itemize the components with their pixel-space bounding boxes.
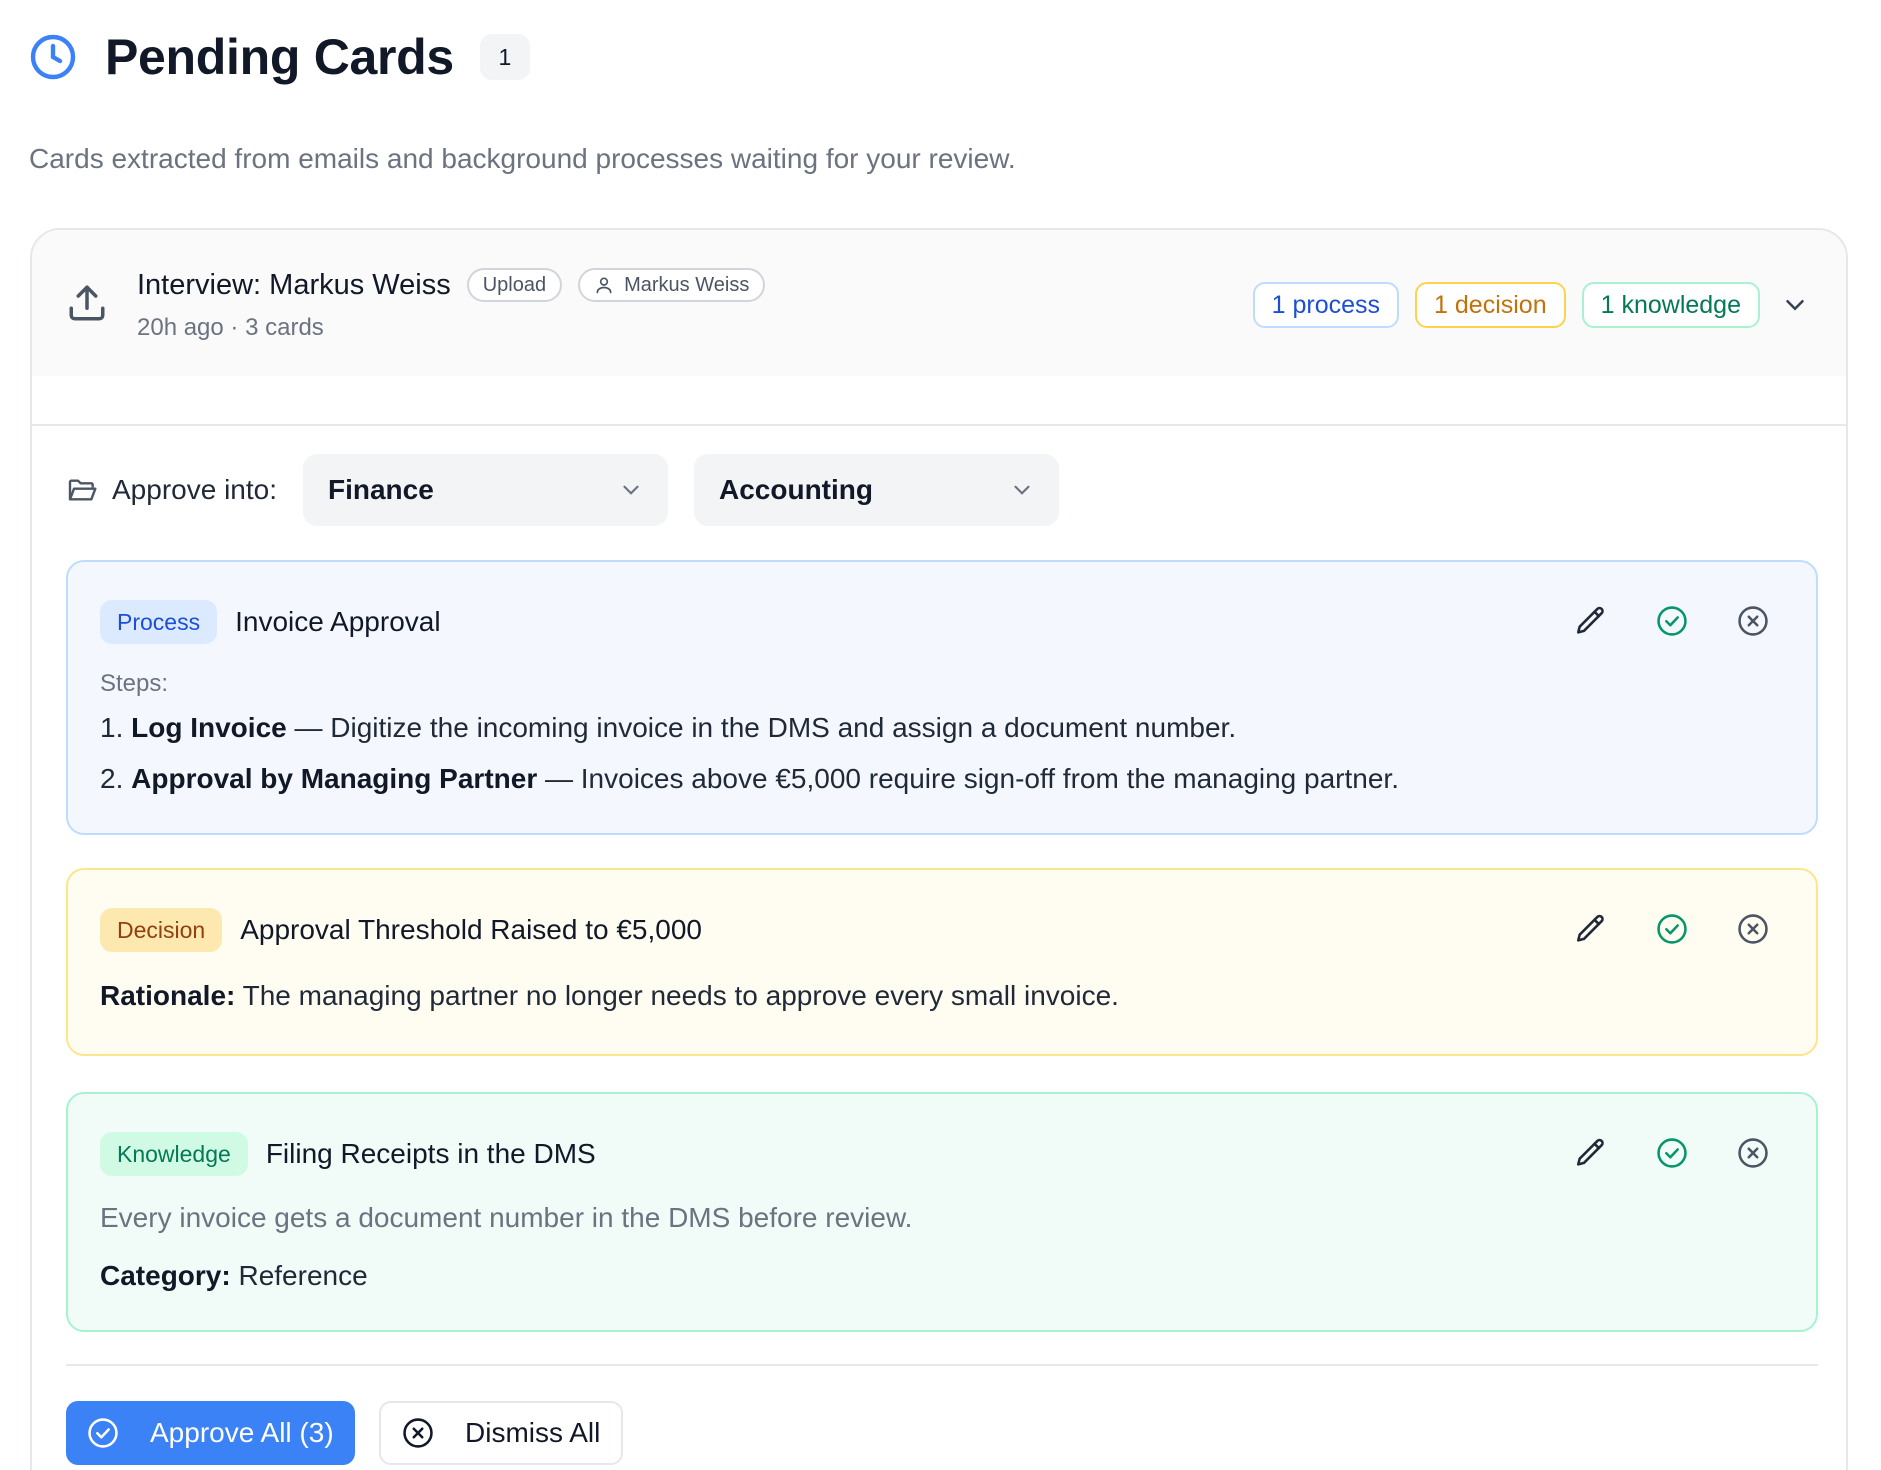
chevron-down-icon (1014, 485, 1030, 495)
page-subtitle: Cards extracted from emails and backgrou… (29, 143, 1016, 174)
knowledge-body: Every invoice gets a document number in … (100, 1202, 913, 1233)
approve-all-button[interactable]: Approve All (3) (66, 1401, 355, 1465)
user-icon (596, 277, 612, 294)
chevron-down-icon[interactable] (1780, 290, 1810, 320)
dismiss-all-label: Dismiss All (465, 1417, 601, 1448)
pencil-icon (1576, 606, 1604, 634)
card-type-tag: Decision (100, 908, 223, 952)
check-circle-icon (1657, 606, 1687, 636)
knowledge-category: Category: Reference (100, 1260, 368, 1292)
card-group: Interview: Markus Weiss Upload Markus We… (30, 228, 1848, 1470)
team-value: Accounting (719, 474, 873, 505)
divider (32, 424, 1846, 426)
step-description: — Invoices above €5,000 require sign-off… (537, 763, 1399, 794)
x-circle-icon (1738, 1138, 1768, 1168)
category-label: Category: (100, 1260, 231, 1291)
approve-all-label: Approve All (3) (150, 1417, 334, 1448)
steps-label: Steps: (100, 670, 169, 697)
card-actions (1529, 910, 1772, 948)
author-pill: Markus Weiss (578, 268, 766, 302)
department-value: Finance (328, 474, 434, 505)
edit-button[interactable] (1572, 1134, 1610, 1172)
check-circle-icon (1657, 914, 1687, 944)
pencil-icon (1576, 1138, 1604, 1166)
step-number: 2. (100, 763, 124, 794)
x-circle-icon (1738, 606, 1768, 636)
approve-button[interactable] (1653, 1134, 1691, 1172)
dismiss-button[interactable] (1734, 1134, 1772, 1172)
pending-count-badge: 1 (479, 34, 530, 80)
rationale-text: The managing partner no longer needs to … (235, 980, 1119, 1011)
card-title: Approval Threshold Raised to €5,000 (240, 914, 702, 945)
divider (66, 1364, 1818, 1366)
decision-rationale: Rationale: The managing partner no longe… (100, 980, 1119, 1012)
check-circle-icon (1657, 1138, 1687, 1168)
card-actions (1529, 1134, 1772, 1172)
group-title-row: Interview: Markus Weiss Upload Markus We… (137, 268, 766, 302)
department-select[interactable]: Finance (303, 454, 668, 526)
upload-icon (69, 285, 105, 321)
type-count-badges: 1 process 1 decision 1 knowledge (1237, 282, 1810, 328)
step-description: — Digitize the incoming invoice in the D… (286, 712, 1237, 743)
step-number: 1. (100, 712, 124, 743)
approve-button[interactable] (1653, 910, 1691, 948)
approve-button[interactable] (1653, 602, 1691, 640)
card-header: Decision Approval Threshold Raised to €5… (100, 908, 702, 952)
approve-into-label: Approve into: (112, 474, 277, 505)
card-title: Invoice Approval (235, 606, 441, 637)
category-value: Reference (230, 1260, 368, 1291)
edit-button[interactable] (1572, 910, 1610, 948)
dismiss-button[interactable] (1734, 602, 1772, 640)
step-name: Log Invoice (131, 712, 287, 743)
card-header: Knowledge Filing Receipts in the DMS (100, 1132, 596, 1176)
page-title: Pending Cards (105, 29, 454, 85)
approve-into-row: Approve into: Finance Accounting (66, 454, 1085, 526)
card-type-tag: Knowledge (100, 1132, 248, 1176)
chevron-down-icon (623, 485, 639, 495)
card-type-tag: Process (100, 600, 218, 644)
decision-count-badge: 1 decision (1415, 282, 1566, 328)
clock-icon (30, 34, 76, 80)
step-name: Approval by Managing Partner (131, 763, 538, 794)
rationale-label: Rationale: (100, 980, 236, 1011)
pencil-icon (1576, 914, 1604, 942)
folder-open-icon (68, 479, 97, 501)
card-actions (1529, 602, 1772, 640)
dismiss-button[interactable] (1734, 910, 1772, 948)
process-step: 2. Approval by Managing Partner — Invoic… (100, 763, 1399, 795)
dismiss-all-button[interactable]: Dismiss All (379, 1401, 623, 1465)
group-meta: 20h ago · 3 cards (137, 314, 324, 341)
page-header: Pending Cards 1 (29, 28, 530, 86)
check-circle-icon (88, 1418, 118, 1448)
process-card: Process Invoice Approval Steps: 1. Log I… (66, 560, 1818, 835)
group-title: Interview: Markus Weiss (137, 268, 451, 301)
card-header: Process Invoice Approval (100, 600, 441, 644)
source-pill: Upload (466, 268, 563, 302)
team-select[interactable]: Accounting (694, 454, 1059, 526)
knowledge-card: Knowledge Filing Receipts in the DMS Eve… (66, 1092, 1818, 1332)
author-name: Markus Weiss (624, 273, 750, 296)
knowledge-count-badge: 1 knowledge (1581, 282, 1760, 328)
x-circle-icon (403, 1418, 433, 1448)
decision-card: Decision Approval Threshold Raised to €5… (66, 868, 1818, 1056)
process-count-badge: 1 process (1252, 282, 1400, 328)
process-step: 1. Log Invoice — Digitize the incoming i… (100, 712, 1236, 744)
x-circle-icon (1738, 914, 1768, 944)
card-title: Filing Receipts in the DMS (265, 1138, 596, 1169)
edit-button[interactable] (1572, 602, 1610, 640)
